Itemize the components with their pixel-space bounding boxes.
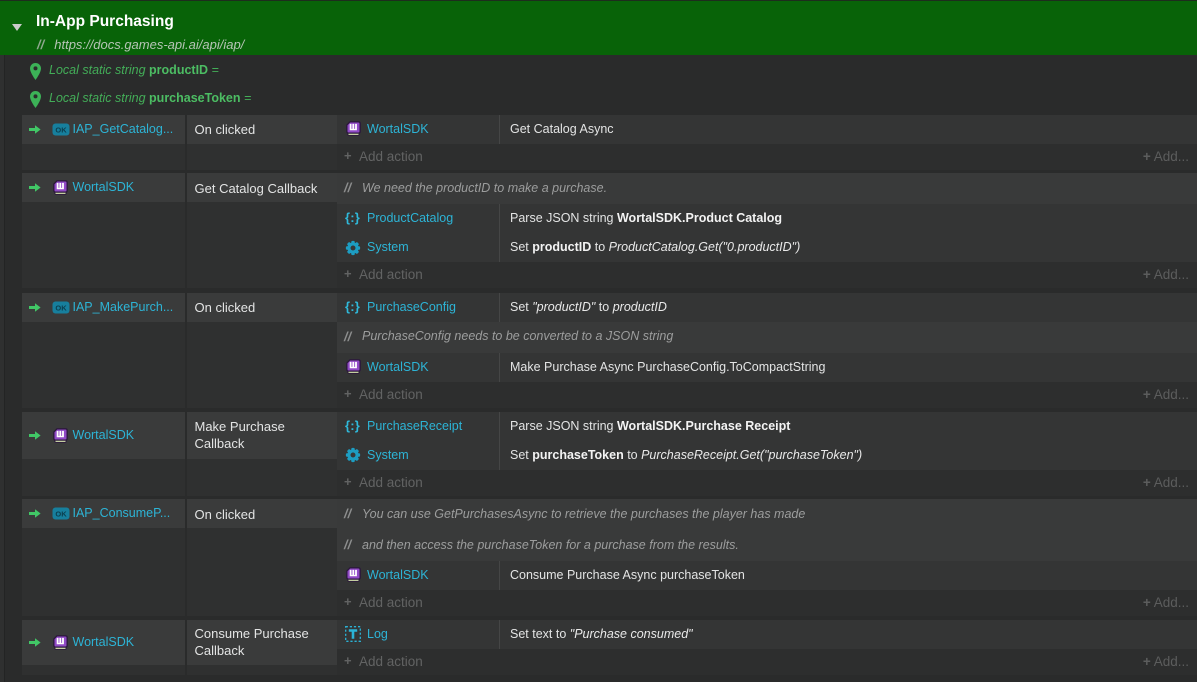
svg-text:OK: OK [55,125,67,134]
svg-text:OK: OK [55,303,67,312]
svg-text:OK: OK [55,510,67,519]
